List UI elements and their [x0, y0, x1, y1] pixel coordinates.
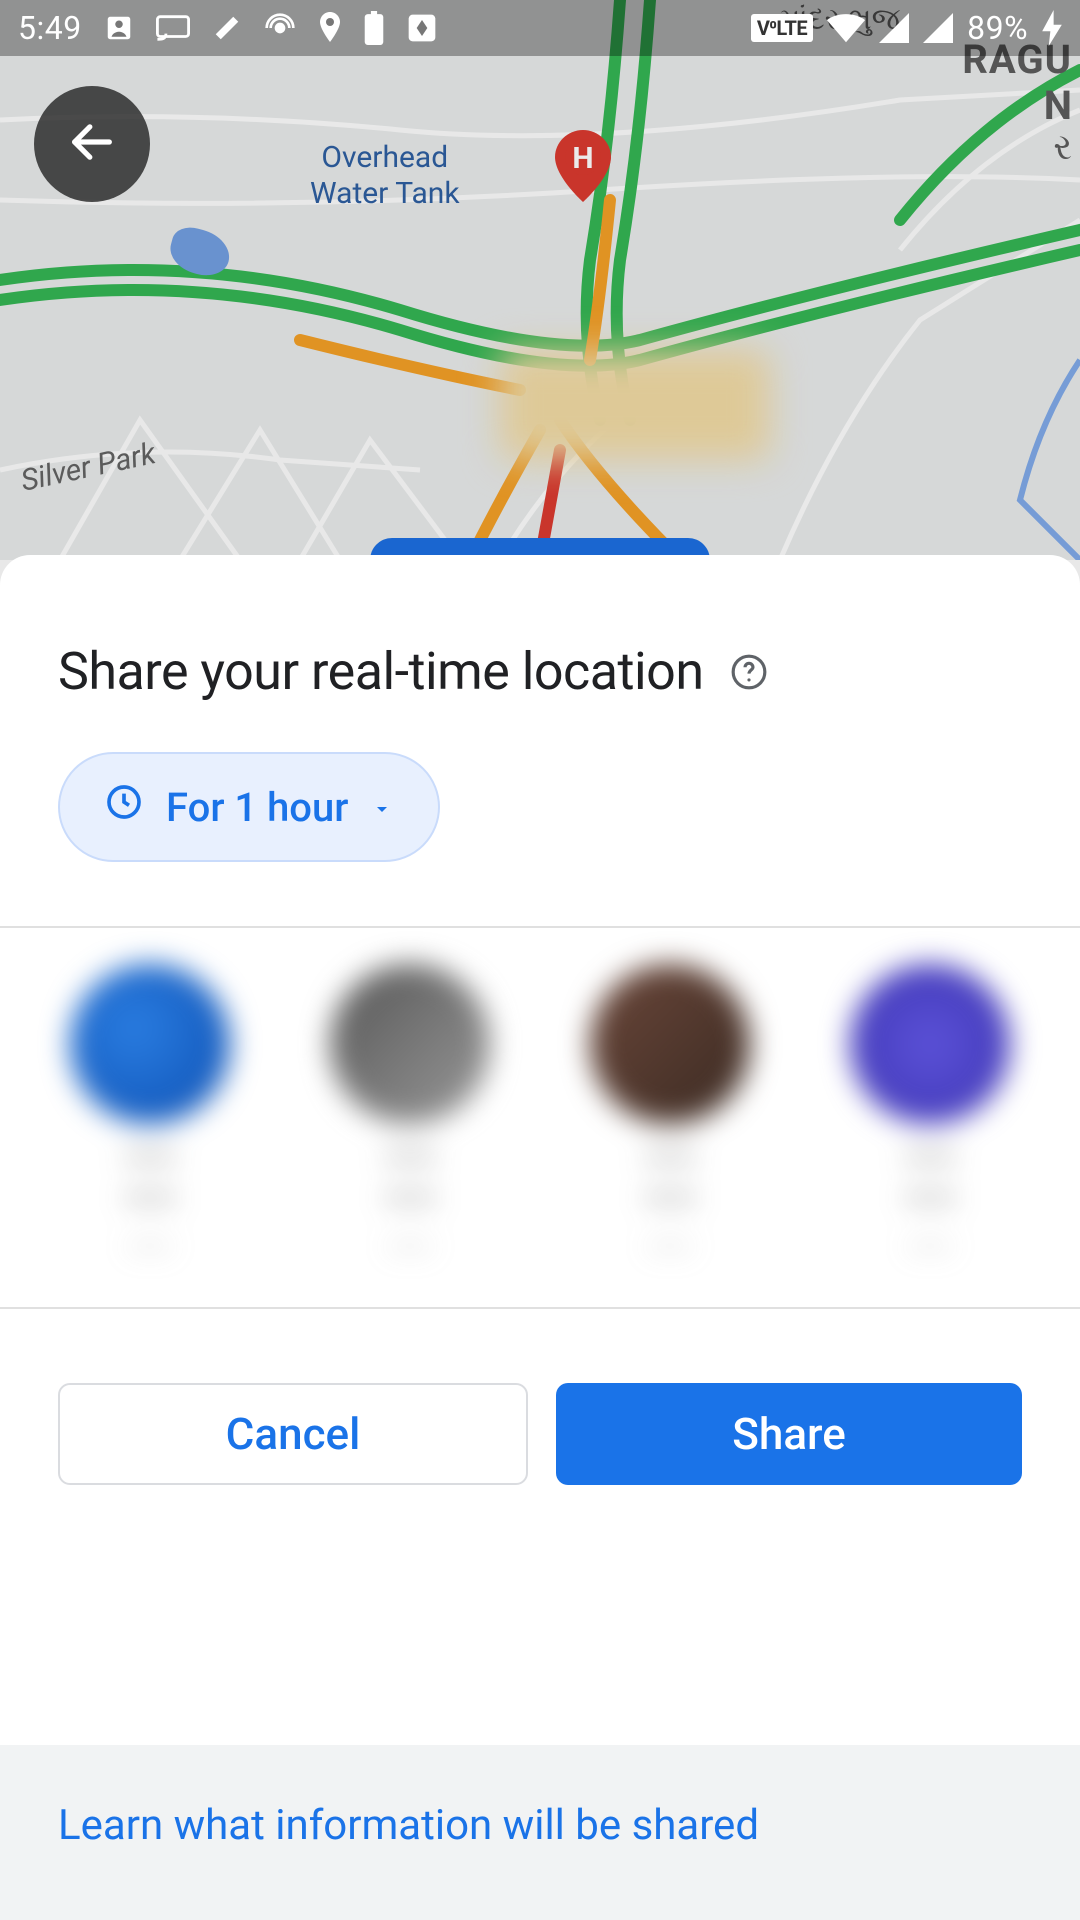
- contact-sub: ——: [904, 1230, 956, 1263]
- contact-sub: ——: [124, 1230, 176, 1263]
- chevron-down-icon: [370, 784, 394, 831]
- signal-icon-2: [923, 13, 953, 43]
- help-icon[interactable]: [730, 653, 768, 691]
- status-bar: 5:49 V⁰LTE 89%: [0, 0, 1080, 56]
- map-view[interactable]: Overhead Water Tank Silver Park માંદર ભુ…: [0, 0, 1080, 560]
- contact-item[interactable]: —— —— ——: [540, 964, 800, 1263]
- contacts-row: —— —— —— —— —— —— —— —— —— ——: [0, 928, 1080, 1307]
- contact-item[interactable]: —— —— ——: [800, 964, 1060, 1263]
- battery-small-icon: [364, 11, 384, 45]
- location-icon: [318, 12, 342, 44]
- clock-icon: [104, 782, 144, 832]
- share-button[interactable]: Share: [556, 1383, 1022, 1485]
- contact-item[interactable]: —— —— ——: [280, 964, 540, 1263]
- contact-name: ——: [124, 1138, 176, 1179]
- avatar: [850, 964, 1010, 1124]
- share-location-sheet: Share your real-time location For 1 hour…: [0, 555, 1080, 1920]
- wifi-icon: [827, 13, 865, 43]
- contact-sub: ——: [384, 1230, 436, 1263]
- edit-icon: [212, 13, 242, 43]
- sheet-footer: Learn what information will be shared: [0, 1745, 1080, 1920]
- contact-name: ——: [904, 1138, 956, 1179]
- duration-selector[interactable]: For 1 hour: [58, 752, 440, 862]
- volte-badge: V⁰LTE: [751, 14, 813, 42]
- arrow-left-icon: [66, 116, 118, 172]
- duration-label: For 1 hour: [166, 784, 348, 831]
- contact-item[interactable]: —— —— ——: [20, 964, 280, 1263]
- avatar: [70, 964, 230, 1124]
- back-button[interactable]: [34, 86, 150, 202]
- avatar: [590, 964, 750, 1124]
- learn-more-link[interactable]: Learn what information will be shared: [58, 1801, 1022, 1850]
- cancel-button[interactable]: Cancel: [58, 1383, 528, 1485]
- contact-icon: [104, 13, 134, 43]
- sheet-title: Share your real-time location: [58, 641, 704, 702]
- battery-text: 89%: [967, 9, 1028, 47]
- contact-name: ——: [644, 1138, 696, 1179]
- signal-icon-1: [879, 13, 909, 43]
- contact-name: ——: [384, 1138, 436, 1179]
- charging-icon: [1042, 10, 1062, 46]
- avatar: [330, 964, 490, 1124]
- cast-icon: [156, 15, 190, 41]
- photos-icon: [406, 12, 438, 44]
- status-time: 5:49: [18, 9, 82, 47]
- contact-sub: ——: [644, 1230, 696, 1263]
- hotspot-icon: [264, 12, 296, 44]
- action-buttons: Cancel Share: [0, 1309, 1080, 1559]
